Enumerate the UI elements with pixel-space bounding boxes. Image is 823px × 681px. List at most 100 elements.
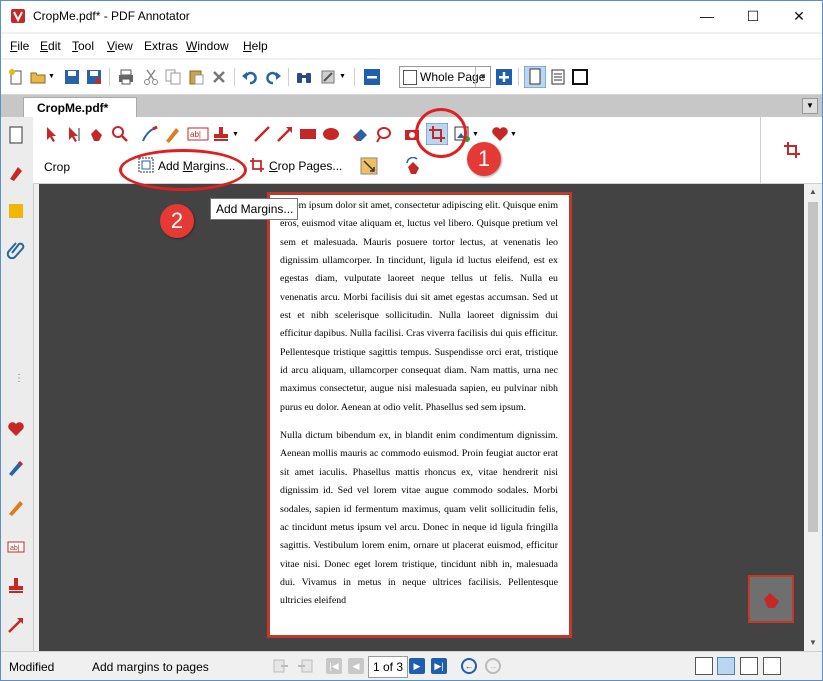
touch-pan-icon[interactable] <box>405 157 423 175</box>
ellipse-tool-icon[interactable] <box>322 125 340 143</box>
previous-page-button[interactable]: ◀ <box>348 658 364 674</box>
tab-cropme-pdf[interactable]: CropMe.pdf* <box>23 97 137 118</box>
stamp-dropdown-icon[interactable]: ▼ <box>232 131 239 138</box>
menu-tool[interactable]: Tool <box>72 39 94 53</box>
callout-ring-add-margins <box>119 149 247 191</box>
last-page-button[interactable]: ▶| <box>431 658 447 674</box>
menu-file[interactable]: File <box>10 39 29 53</box>
favorites-heart-tool-icon[interactable] <box>491 125 509 143</box>
copy-icon[interactable] <box>164 68 182 86</box>
paste-icon[interactable] <box>187 68 205 86</box>
scroll-up-icon[interactable]: ▲ <box>804 184 822 200</box>
text-tool-icon[interactable]: ab| <box>187 125 209 143</box>
rectangle-tool-icon[interactable] <box>299 125 317 143</box>
stamp-tool-icon[interactable] <box>212 125 230 143</box>
line-tool-icon[interactable] <box>253 125 271 143</box>
grid-layout-icon[interactable] <box>763 657 781 675</box>
panel-resize-grip-icon[interactable]: ⋮ <box>14 373 24 384</box>
back-history-icon[interactable]: ← <box>461 658 477 674</box>
continuous-layout-icon[interactable] <box>717 657 735 675</box>
tools-icon[interactable] <box>319 68 337 86</box>
continuous-view-icon[interactable] <box>549 68 567 86</box>
crop-group-label: Crop <box>44 160 71 174</box>
menu-edit[interactable]: Edit <box>40 39 61 53</box>
select-text-icon[interactable] <box>65 125 83 143</box>
image-dropdown-icon[interactable]: ▼ <box>472 131 479 138</box>
status-hint: Add margins to pages <box>92 660 209 674</box>
touch-mode-button[interactable] <box>748 575 794 623</box>
single-page-view-icon[interactable] <box>524 66 546 88</box>
highlighter-pen-icon[interactable] <box>6 457 26 477</box>
zoom-out-icon[interactable] <box>363 68 381 86</box>
page-thumbnails-icon[interactable] <box>6 125 26 145</box>
menu-extras[interactable]: Extras <box>144 39 178 53</box>
lasso-icon[interactable] <box>374 125 392 143</box>
svg-text:ab|: ab| <box>190 130 201 139</box>
cut-icon[interactable] <box>142 68 160 86</box>
crop-pages-label: Crop Pages... <box>269 159 343 173</box>
forward-history-icon[interactable]: → <box>485 658 501 674</box>
delete-icon[interactable] <box>210 68 228 86</box>
menu-window[interactable]: Window <box>186 39 229 53</box>
select-arrow-icon[interactable] <box>43 125 61 143</box>
new-document-icon[interactable] <box>7 68 25 86</box>
two-page-layout-icon[interactable] <box>740 657 758 675</box>
chevron-down-icon[interactable]: ▼ <box>475 67 490 87</box>
eraser-icon[interactable] <box>351 125 369 143</box>
fullscreen-icon[interactable] <box>571 68 589 86</box>
undo-icon[interactable] <box>241 68 259 86</box>
arrow-tool-icon[interactable] <box>6 615 26 635</box>
left-sidebar: ⋮ ab| <box>1 117 34 651</box>
annotation-marker-icon[interactable] <box>6 163 26 183</box>
page-indicator: 1 of 3 <box>373 660 404 674</box>
hand-pan-icon[interactable] <box>88 125 106 143</box>
document-page[interactable]: Lorem ipsum dolor sit amet, consectetur … <box>267 192 572 638</box>
favorites-dropdown-icon[interactable]: ▼ <box>510 131 517 138</box>
next-view-icon[interactable] <box>297 658 313 674</box>
previous-view-icon[interactable] <box>273 658 289 674</box>
scroll-down-icon[interactable]: ▼ <box>804 635 822 651</box>
crop-pages-button[interactable]: Crop Pages... <box>245 155 355 177</box>
document-view[interactable]: Lorem ipsum dolor sit amet, consectetur … <box>39 184 804 651</box>
arrow-line-tool-icon[interactable] <box>276 125 294 143</box>
favorites-heart-icon[interactable] <box>6 419 26 439</box>
save-icon[interactable] <box>63 68 81 86</box>
open-dropdown-icon[interactable]: ▼ <box>48 73 55 80</box>
zoom-magnifier-icon[interactable] <box>111 125 129 143</box>
pdf-annotator-app-icon <box>11 9 25 23</box>
scrollbar-thumb[interactable] <box>808 202 818 532</box>
save-as-icon[interactable] <box>85 68 103 86</box>
sticky-note-icon[interactable] <box>6 201 26 221</box>
zoom-in-icon[interactable] <box>495 68 513 86</box>
callout-number-2: 2 <box>160 204 194 238</box>
redo-icon[interactable] <box>264 68 282 86</box>
tab-list-chevron-icon[interactable]: ▼ <box>802 98 818 114</box>
vertical-scrollbar[interactable]: ▲ ▼ <box>804 184 822 651</box>
close-button[interactable]: ✕ <box>776 1 822 32</box>
toolbar-separator <box>109 68 110 86</box>
hand-icon <box>764 593 779 608</box>
pencil-icon[interactable] <box>6 497 26 517</box>
active-crop-icon <box>784 142 800 158</box>
text-box-icon[interactable]: ab| <box>6 537 26 557</box>
pencil-tool-icon[interactable] <box>164 125 182 143</box>
zoom-select[interactable]: Whole Page ▼ <box>399 66 491 88</box>
first-page-button[interactable]: |◀ <box>326 658 342 674</box>
tools-dropdown-icon[interactable]: ▼ <box>339 73 346 80</box>
single-page-layout-icon[interactable] <box>695 657 713 675</box>
print-icon[interactable] <box>117 68 135 86</box>
next-page-button[interactable]: ▶ <box>409 658 425 674</box>
attachment-paperclip-icon[interactable] <box>6 239 26 259</box>
status-state: Modified <box>9 660 55 674</box>
menu-view[interactable]: View <box>107 39 133 53</box>
crop-option-icon[interactable] <box>360 157 378 175</box>
maximize-button[interactable]: ☐ <box>730 1 776 32</box>
minimize-button[interactable]: — <box>684 1 730 32</box>
pen-icon[interactable] <box>141 125 159 143</box>
open-folder-icon[interactable] <box>29 68 47 86</box>
page-number-input[interactable]: 1 of 3 <box>368 656 408 678</box>
stamp-icon[interactable] <box>6 575 26 595</box>
menu-help[interactable]: Help <box>243 39 268 53</box>
menu-bar: File Edit Tool View Extras Window Help <box>1 34 822 58</box>
binoculars-search-icon[interactable] <box>295 68 313 86</box>
